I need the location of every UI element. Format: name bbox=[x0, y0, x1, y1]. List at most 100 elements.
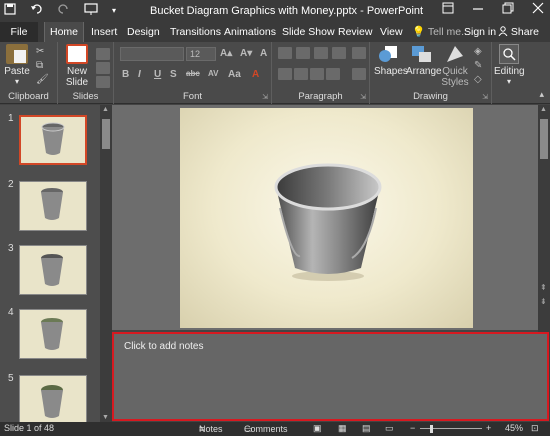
tab-slide-show[interactable]: Slide Show bbox=[282, 22, 335, 42]
cut-icon[interactable]: ✂ bbox=[36, 46, 44, 57]
paste-button[interactable]: Paste ▾ bbox=[4, 44, 30, 86]
font-size-combo[interactable]: 12 bbox=[186, 47, 216, 61]
zoom-out-icon[interactable]: − bbox=[410, 423, 415, 433]
text-direction-icon[interactable] bbox=[352, 47, 366, 59]
layout-icon[interactable] bbox=[96, 48, 110, 60]
quick-styles-button[interactable]: Quick Styles bbox=[440, 44, 470, 88]
center-icon[interactable] bbox=[294, 68, 308, 80]
shape-effects-icon[interactable]: ◇ bbox=[474, 74, 482, 85]
tell-me-search[interactable]: 💡 Tell me... bbox=[412, 22, 470, 42]
zoom-in-icon[interactable]: + bbox=[486, 423, 491, 433]
tab-review[interactable]: Review bbox=[338, 22, 372, 42]
paragraph-dialog-launcher-icon[interactable]: ⇲ bbox=[360, 93, 366, 101]
tab-design[interactable]: Design bbox=[127, 22, 160, 42]
editing-button[interactable]: Editing ▾ bbox=[494, 44, 525, 86]
collapse-ribbon-icon[interactable]: ▴ bbox=[539, 89, 544, 100]
shrink-font-icon[interactable]: A▾ bbox=[240, 48, 252, 59]
drawing-dialog-launcher-icon[interactable]: ⇲ bbox=[482, 93, 488, 101]
share-label: Share bbox=[510, 26, 539, 38]
strikethrough-button[interactable]: abc bbox=[186, 69, 200, 78]
clear-formatting-icon[interactable]: A bbox=[260, 48, 267, 59]
tab-transitions[interactable]: Transitions bbox=[170, 22, 221, 42]
shapes-button[interactable]: Shapes bbox=[374, 44, 408, 77]
font-name-combo[interactable] bbox=[120, 47, 184, 61]
tab-home[interactable]: Home bbox=[44, 22, 84, 42]
scroll-down-icon[interactable]: ▼ bbox=[102, 414, 109, 421]
slide-thumbnail-3[interactable] bbox=[19, 245, 87, 295]
scroll-up-icon[interactable]: ▲ bbox=[102, 106, 109, 113]
zoom-level[interactable]: 45% bbox=[505, 423, 523, 433]
format-painter-icon[interactable]: 🖌 bbox=[36, 74, 49, 85]
redo-icon[interactable] bbox=[58, 3, 70, 18]
change-case-button[interactable]: Aa bbox=[228, 69, 241, 80]
font-dialog-launcher-icon[interactable]: ⇲ bbox=[262, 93, 268, 101]
fit-to-window-icon[interactable]: ⊡ bbox=[531, 423, 539, 434]
bucket-thumbnail-image bbox=[41, 122, 65, 155]
shadow-button[interactable]: S bbox=[170, 69, 177, 80]
paragraph-group: Paragraph ⇲ bbox=[272, 42, 370, 104]
next-slide-icon[interactable]: ⇟ bbox=[540, 297, 547, 306]
slide-thumbnail-2[interactable] bbox=[19, 181, 87, 231]
notes-placeholder: Click to add notes bbox=[124, 341, 204, 352]
customize-qat-icon[interactable]: ▾ bbox=[112, 6, 116, 15]
copy-icon[interactable]: ⧉ bbox=[36, 60, 43, 71]
grow-font-icon[interactable]: A▴ bbox=[220, 48, 232, 59]
decrease-indent-icon[interactable] bbox=[314, 47, 328, 59]
shape-fill-icon[interactable]: ◈ bbox=[474, 46, 482, 57]
justify-icon[interactable] bbox=[326, 68, 340, 80]
bucket-thumbnail-image bbox=[41, 254, 63, 286]
slide-thumbnail-1[interactable] bbox=[19, 115, 87, 165]
paste-dropdown-icon[interactable]: ▾ bbox=[4, 77, 30, 86]
character-spacing-button[interactable]: AV bbox=[208, 69, 219, 78]
slide-thumbnail-4[interactable] bbox=[19, 309, 87, 359]
italic-button[interactable]: I bbox=[138, 69, 141, 80]
editing-group: Editing ▾ bbox=[492, 42, 526, 104]
window-title: Bucket Diagram Graphics with Money.pptx … bbox=[150, 5, 424, 17]
save-icon[interactable] bbox=[4, 3, 16, 18]
bold-button[interactable]: B bbox=[122, 69, 129, 80]
shape-outline-icon[interactable]: ✎ bbox=[474, 60, 482, 71]
undo-icon[interactable] bbox=[30, 3, 44, 18]
thumbnail-scroll-thumb[interactable] bbox=[102, 119, 110, 149]
tab-insert[interactable]: Insert bbox=[91, 22, 117, 42]
slide-thumbnail-5[interactable] bbox=[19, 375, 87, 425]
section-icon[interactable] bbox=[96, 76, 110, 88]
slideshow-view-icon[interactable]: ▭ bbox=[385, 423, 394, 434]
tab-view[interactable]: View bbox=[380, 22, 403, 42]
arrange-button[interactable]: Arrange bbox=[406, 44, 442, 77]
zoom-slider-thumb[interactable] bbox=[430, 425, 433, 433]
align-left-icon[interactable] bbox=[278, 68, 292, 80]
close-icon[interactable] bbox=[532, 2, 544, 17]
ribbon-display-options-icon[interactable] bbox=[442, 2, 454, 17]
restore-icon[interactable] bbox=[502, 2, 514, 17]
reset-icon[interactable] bbox=[96, 62, 110, 74]
new-slide-button[interactable]: New Slide bbox=[62, 44, 92, 88]
numbering-icon[interactable] bbox=[296, 47, 310, 59]
font-color-button[interactable]: A bbox=[252, 69, 259, 80]
bullets-icon[interactable] bbox=[278, 47, 292, 59]
scroll-up-icon[interactable]: ▲ bbox=[540, 106, 547, 113]
align-right-icon[interactable] bbox=[310, 68, 324, 80]
notes-pane[interactable]: Click to add notes bbox=[112, 332, 549, 421]
drawing-label: Drawing bbox=[413, 91, 448, 102]
share-button[interactable]: Share bbox=[498, 22, 539, 42]
tab-animations[interactable]: Animations bbox=[224, 22, 276, 42]
slide-sorter-view-icon[interactable]: ▦ bbox=[338, 423, 347, 434]
minimize-icon[interactable] bbox=[472, 2, 484, 17]
tab-file[interactable]: File bbox=[0, 22, 38, 42]
sign-in-link[interactable]: Sign in bbox=[464, 22, 496, 42]
previous-slide-icon[interactable]: ⇞ bbox=[540, 283, 547, 292]
new-slide-icon bbox=[66, 44, 88, 64]
thumbnail-scrollbar[interactable]: ▲ ▼ bbox=[100, 105, 112, 422]
align-text-icon[interactable] bbox=[352, 68, 366, 80]
increase-indent-icon[interactable] bbox=[332, 47, 346, 59]
arrange-label: Arrange bbox=[406, 66, 442, 77]
quick-access-toolbar: ▾ bbox=[4, 3, 116, 18]
slide-scroll-thumb[interactable] bbox=[540, 119, 548, 159]
normal-view-icon[interactable]: ▣ bbox=[313, 423, 322, 434]
slide-number: 4 bbox=[8, 307, 14, 318]
slideshow-icon[interactable] bbox=[84, 3, 98, 18]
reading-view-icon[interactable]: ▤ bbox=[362, 423, 371, 434]
underline-button[interactable]: U bbox=[154, 69, 161, 80]
current-slide[interactable] bbox=[180, 108, 473, 328]
